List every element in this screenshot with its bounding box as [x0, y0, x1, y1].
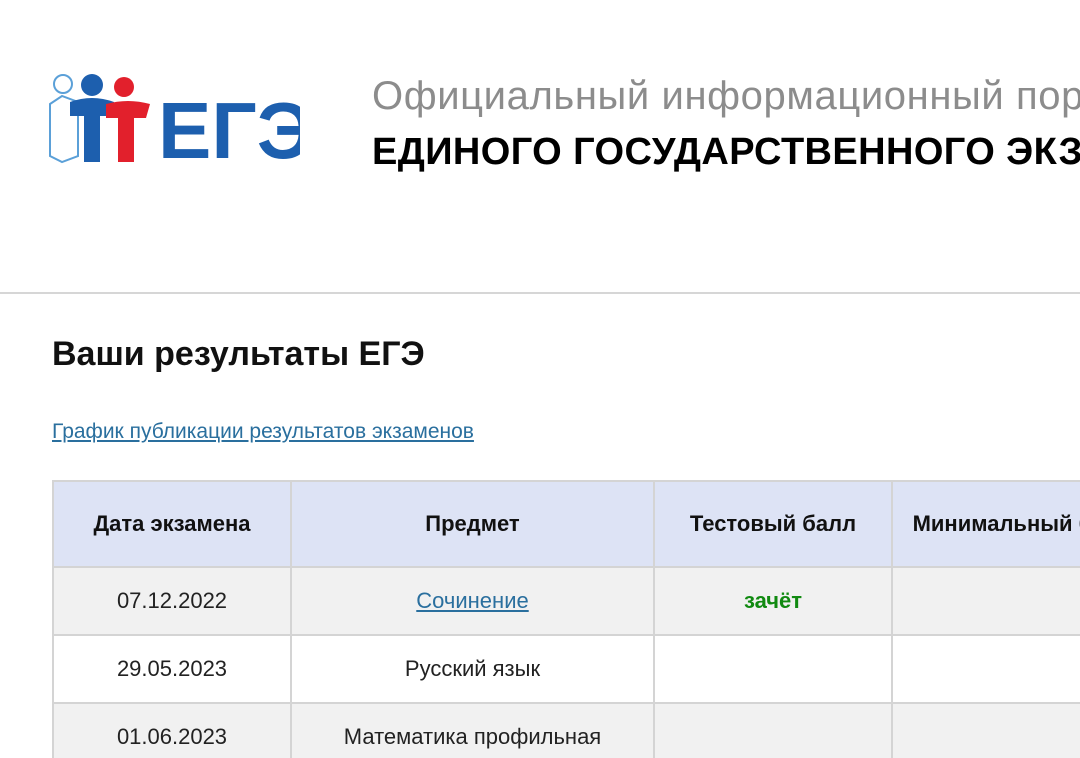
page-title: Ваши результаты ЕГЭ [52, 335, 425, 373]
pass-status: зачёт [743, 588, 803, 613]
exam-date: 01.06.2023 [52, 702, 292, 758]
results-table-container: Дата экзамена Предмет Тестовый балл Мини… [52, 480, 1080, 758]
column-header-min-score: Минимальный балл [891, 480, 1080, 568]
results-table: Дата экзамена Предмет Тестовый балл Мини… [52, 480, 1080, 758]
min-score [891, 634, 1080, 704]
min-score [891, 566, 1080, 636]
page: ЕГЭ Официальный информационный портал ЕД… [0, 0, 1080, 758]
subject-name: Русский язык [290, 634, 655, 704]
table-row: 07.12.2022 Сочинение зачёт [52, 566, 1080, 636]
exam-date: 07.12.2022 [52, 566, 292, 636]
subject-link[interactable]: Сочинение [416, 588, 528, 613]
min-score [891, 702, 1080, 758]
portal-subtitle: Официальный информационный портал [372, 74, 1080, 118]
publication-schedule-link[interactable]: График публикации результатов экзаменов [52, 418, 474, 446]
subject-cell: Сочинение [290, 566, 655, 636]
column-header-score: Тестовый балл [653, 480, 893, 568]
test-score: зачёт [653, 566, 893, 636]
exam-date: 29.05.2023 [52, 634, 292, 704]
site-header: ЕГЭ Официальный информационный портал ЕД… [0, 0, 1080, 294]
ege-people-logo-icon [49, 74, 150, 164]
test-score [653, 634, 893, 704]
table-header-row: Дата экзамена Предмет Тестовый балл Мини… [52, 480, 1080, 568]
ege-logo[interactable]: ЕГЭ [48, 72, 300, 168]
column-header-date: Дата экзамена [52, 480, 292, 568]
test-score [653, 702, 893, 758]
subject-name: Математика профильная [290, 702, 655, 758]
column-header-subject: Предмет [290, 480, 655, 568]
portal-title: ЕДИНОГО ГОСУДАРСТВЕННОГО ЭКЗАМЕНА [372, 131, 1080, 173]
logo-text: ЕГЭ [158, 86, 300, 168]
table-row: 29.05.2023 Русский язык [52, 634, 1080, 704]
table-row: 01.06.2023 Математика профильная [52, 702, 1080, 758]
